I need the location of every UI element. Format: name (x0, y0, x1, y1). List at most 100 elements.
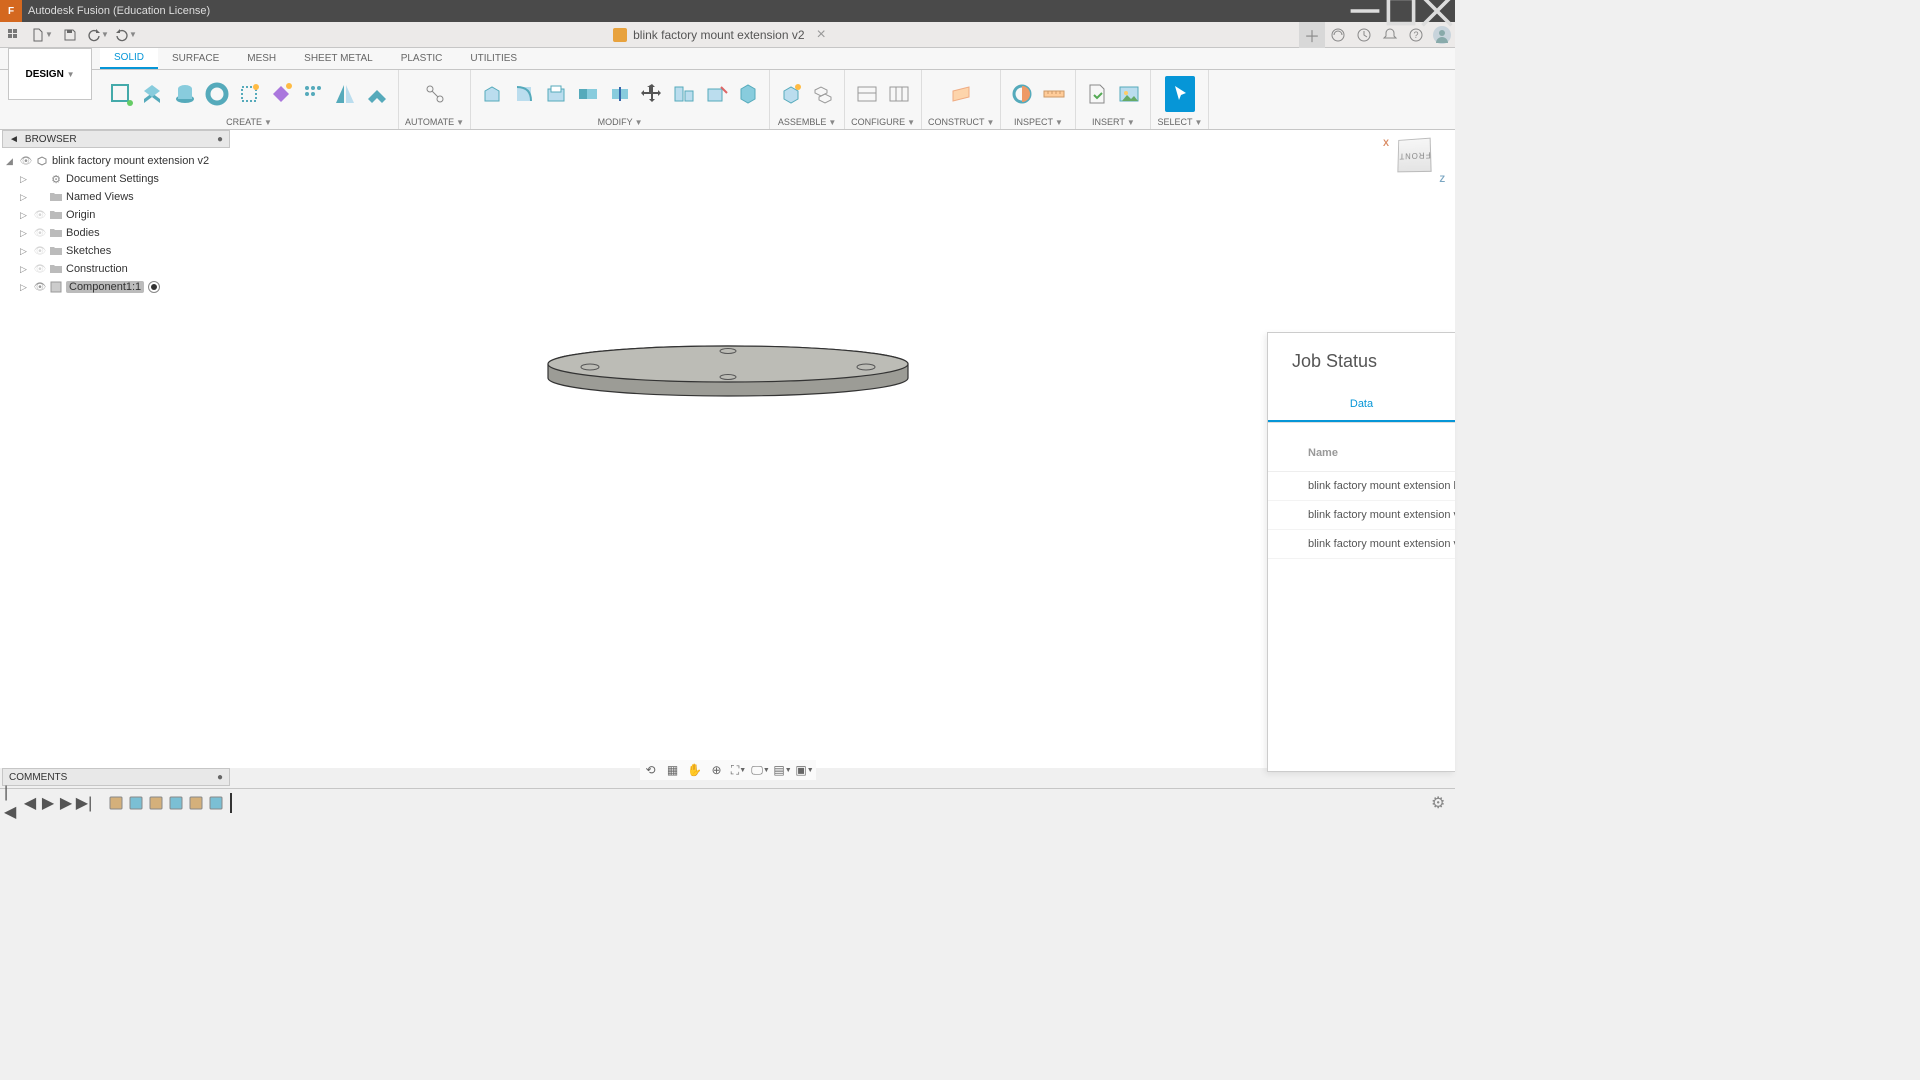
extrude-button[interactable] (138, 76, 168, 112)
grid-settings-button[interactable]: ▤▼ (772, 760, 794, 780)
job-row[interactable]: blink factory mount extension v (1268, 530, 1455, 559)
job-row[interactable]: blink factory mount extension b (1268, 472, 1455, 501)
redo-button[interactable]: ▼ (114, 23, 138, 47)
zoom-button[interactable]: ⊕ (706, 760, 728, 780)
file-menu-button[interactable]: ▼ (30, 23, 54, 47)
joint-button[interactable] (808, 76, 838, 112)
workspace-switcher[interactable]: DESIGN ▼ (8, 48, 92, 100)
notifications-icon[interactable] (1377, 22, 1403, 48)
press-pull-button[interactable] (477, 76, 507, 112)
tab-plastic[interactable]: PLASTIC (387, 48, 457, 69)
tree-item-bodies[interactable]: ▷Bodies (2, 224, 230, 242)
visibility-toggle[interactable] (18, 156, 34, 167)
insert-decal-button[interactable] (1114, 76, 1144, 112)
tab-surface[interactable]: SURFACE (158, 48, 233, 69)
tree-item-sketches[interactable]: ▷Sketches (2, 242, 230, 260)
tree-item-document-settings[interactable]: ▷⚙Document Settings (2, 170, 230, 188)
visibility-toggle[interactable] (32, 263, 48, 275)
minimize-button[interactable] (1347, 0, 1383, 22)
revolve-button[interactable] (170, 76, 200, 112)
move-button[interactable] (637, 76, 667, 112)
timeline-feature-1[interactable] (127, 794, 145, 812)
comments-panel[interactable]: COMMENTS ● (2, 768, 230, 786)
browser-pin-button[interactable]: ● (217, 134, 223, 145)
tab-utilities[interactable]: UTILITIES (456, 48, 531, 69)
timeline-prev-button[interactable]: ◀ (22, 795, 38, 811)
split-button[interactable] (605, 76, 635, 112)
fillet-button[interactable] (509, 76, 539, 112)
insert-derive-button[interactable] (1082, 76, 1112, 112)
data-panel-button[interactable] (2, 23, 26, 47)
folder-icon (48, 246, 64, 256)
comments-pin-button[interactable]: ● (217, 772, 223, 783)
browser-collapse-button[interactable]: ◄ (9, 134, 19, 145)
form-button[interactable] (266, 76, 296, 112)
pattern-button[interactable] (298, 76, 328, 112)
physical-material-button[interactable] (733, 76, 763, 112)
loft-button[interactable] (234, 76, 264, 112)
tab-mesh[interactable]: MESH (233, 48, 290, 69)
tree-item-component1-1[interactable]: ▷Component1:1 (2, 278, 230, 296)
view-cube[interactable]: X FRONT Z (1397, 138, 1437, 178)
automate-button[interactable] (420, 76, 450, 112)
tree-item-named-views[interactable]: ▷Named Views (2, 188, 230, 206)
combine-button[interactable] (573, 76, 603, 112)
measure-button[interactable] (1039, 76, 1069, 112)
look-at-button[interactable]: ▦ (662, 760, 684, 780)
construct-plane-button[interactable] (946, 76, 976, 112)
job-status-icon[interactable] (1351, 22, 1377, 48)
environment-tabs: SOLIDSURFACEMESHSHEET METALPLASTICUTILIT… (0, 48, 1455, 70)
viewcube-face[interactable]: FRONT (1397, 138, 1431, 173)
timeline-settings-button[interactable]: ⚙ (1431, 793, 1451, 813)
tree-root[interactable]: ◢ blink factory mount extension v2 (2, 152, 230, 170)
timeline-next-button[interactable]: ▶ (58, 795, 74, 811)
display-settings-button[interactable]: 🖵▼ (750, 760, 772, 780)
save-button[interactable] (58, 23, 82, 47)
visibility-toggle[interactable] (32, 245, 48, 257)
change-parameters-button[interactable] (852, 76, 882, 112)
delete-button[interactable] (701, 76, 731, 112)
timeline-feature-5[interactable] (207, 794, 225, 812)
select-button[interactable] (1165, 76, 1195, 112)
new-component-button[interactable] (776, 76, 806, 112)
sweep-button[interactable] (202, 76, 232, 112)
maximize-button[interactable] (1383, 0, 1419, 22)
timeline-feature-2[interactable] (147, 794, 165, 812)
sketch-button[interactable] (106, 76, 136, 112)
timeline-play-button[interactable]: ▶ (40, 795, 56, 811)
fit-button[interactable]: ⛶▼ (728, 760, 750, 780)
pan-button[interactable]: ✋ (684, 760, 706, 780)
tab-solid[interactable]: SOLID (100, 48, 158, 69)
orbit-button[interactable]: ⟲ (640, 760, 662, 780)
inspect-button[interactable] (1007, 76, 1037, 112)
close-tab-button[interactable]: × (817, 26, 826, 44)
visibility-toggle[interactable] (32, 281, 48, 293)
tree-item-construction[interactable]: ▷Construction (2, 260, 230, 278)
tab-sheet-metal[interactable]: SHEET METAL (290, 48, 387, 69)
timeline-feature-4[interactable] (187, 794, 205, 812)
new-tab-button[interactable]: ＋ (1299, 22, 1325, 48)
close-button[interactable] (1419, 0, 1455, 22)
timeline-start-button[interactable]: |◀ (4, 795, 20, 811)
mirror-button[interactable] (330, 76, 360, 112)
timeline-feature-3[interactable] (167, 794, 185, 812)
timeline-feature-0[interactable] (107, 794, 125, 812)
timeline-marker[interactable] (230, 793, 232, 813)
visibility-toggle[interactable] (32, 227, 48, 239)
shell-button[interactable] (541, 76, 571, 112)
extensions-icon[interactable] (1325, 22, 1351, 48)
group-automate: AUTOMATE▼ (399, 70, 471, 129)
tree-item-origin[interactable]: ▷Origin (2, 206, 230, 224)
activate-component-button[interactable] (148, 281, 160, 293)
visibility-toggle[interactable] (32, 209, 48, 221)
configure-button[interactable] (884, 76, 914, 112)
viewport-layout-button[interactable]: ▣▼ (794, 760, 816, 780)
thicken-button[interactable] (362, 76, 392, 112)
job-status-tab-data[interactable]: Data (1268, 388, 1455, 422)
undo-button[interactable]: ▼ (86, 23, 110, 47)
profile-avatar[interactable] (1429, 22, 1455, 48)
help-icon[interactable]: ? (1403, 22, 1429, 48)
align-button[interactable] (669, 76, 699, 112)
timeline-end-button[interactable]: ▶| (76, 795, 92, 811)
job-row[interactable]: blink factory mount extension v (1268, 501, 1455, 530)
